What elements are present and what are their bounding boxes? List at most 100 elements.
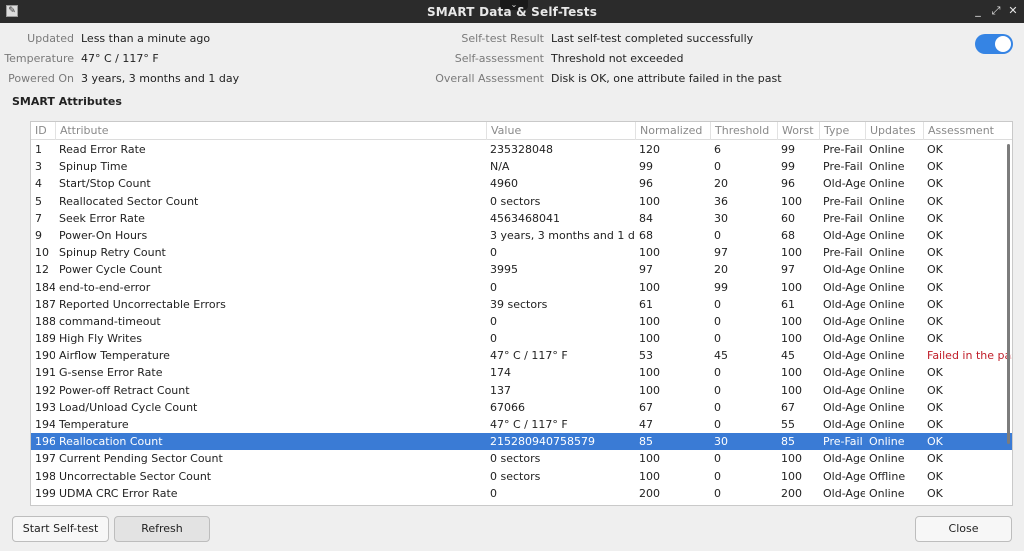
col-id-cell: 197: [35, 452, 55, 466]
col-type-cell: Old-Age: [823, 383, 865, 397]
col-value-cell: 0: [490, 314, 497, 328]
col-normalized-cell: 200: [639, 486, 660, 500]
col-id-cell: 194: [35, 418, 55, 431]
col-assessment-cell: OK: [927, 280, 943, 294]
table-row[interactable]: 9 Power-On Hours 3 years, 3 months and 1 d…: [31, 227, 1012, 244]
info-temperature: Temperature: [0, 51, 80, 67]
col-assessment-cell: OK: [927, 160, 943, 174]
header-col-assessment[interactable]: Assessment: [923, 122, 1012, 140]
col-id-cell: 4: [35, 177, 42, 191]
col-normalized-cell: 47: [639, 418, 653, 431]
table-row[interactable]: 196 Reallocation Count 215280940758579 85 30…: [31, 433, 1012, 451]
window-title: SMART Data & Self-Tests: [426, 5, 598, 19]
table-row[interactable]: 191 G-sense Error Rate 174 100 0 100 Old-Age On…: [31, 364, 1012, 381]
col-worst-cell: 85: [781, 435, 795, 449]
col-updates-cell: Online: [869, 211, 905, 225]
col-attribute-cell: Temperature: [59, 418, 129, 431]
col-id-cell: 1: [35, 143, 42, 156]
col-assessment-cell: OK: [927, 452, 943, 466]
col-normalized-cell: 100: [639, 314, 660, 328]
col-updates-cell: Online: [869, 486, 905, 500]
col-attribute-cell: Seek Error Rate: [59, 211, 145, 225]
header-col-value[interactable]: Value: [486, 122, 635, 140]
smart-enable-toggle[interactable]: [975, 34, 1013, 54]
table-row[interactable]: 184 end-to-end-error 0 100 99 100 Old-Age Onlin…: [31, 279, 1012, 296]
table-row[interactable]: 194 Temperature 47° C / 117° F 47 0 55 Old-Age…: [31, 416, 1012, 433]
col-type-cell: Old-Age: [823, 366, 865, 380]
col-threshold-cell: 0: [714, 297, 721, 311]
col-assessment-cell: OK: [927, 314, 943, 328]
table-row[interactable]: 3 Spinup Time N/A 99 0 99 Pre-Fail Online OK: [31, 158, 1012, 175]
table-row[interactable]: 7 Seek Error Rate 4563468041 84 30 60 Pre-Fail…: [31, 210, 1012, 227]
col-normalized-cell: 61: [639, 297, 653, 311]
col-type-cell: Old-Age: [823, 263, 865, 277]
table-scrollbar[interactable]: [1007, 144, 1010, 444]
col-threshold-cell: 0: [714, 366, 721, 380]
col-attribute-cell: Spinup Retry Count: [59, 246, 166, 260]
col-updates-cell: Online: [869, 400, 905, 414]
col-value-cell: 0: [490, 280, 497, 294]
col-threshold-cell: 0: [714, 452, 721, 466]
smart-attributes-table: ID Attribute Value Normalized Threshold Worst…: [30, 121, 1013, 506]
col-attribute-cell: Spinup Time: [59, 160, 128, 174]
col-attribute-cell: command-timeout: [59, 314, 161, 328]
col-worst-cell: 100: [781, 452, 802, 466]
table-row[interactable]: 4 Start/Stop Count 4960 96 20 96 Old-Age Online…: [31, 175, 1012, 192]
col-value-cell: 0: [490, 486, 497, 500]
col-normalized-cell: 67: [639, 400, 653, 414]
col-id-cell: 9: [35, 228, 42, 242]
col-updates-cell: Online: [869, 246, 905, 260]
table-row[interactable]: 197 Current Pending Sector Count 0 sectors…: [31, 450, 1012, 467]
table-row[interactable]: 188 command-timeout 0 100 0 100 Old-Age Online O…: [31, 313, 1012, 330]
header-col-updates[interactable]: Updates: [865, 122, 923, 140]
col-value-cell: 3995: [490, 263, 518, 277]
table-row[interactable]: 187 Reported Uncorrectable Errors 39 secto…: [31, 296, 1012, 313]
table-row[interactable]: 12 Power Cycle Count 3995 97 20 97 Old-Age Onli…: [31, 261, 1012, 278]
col-threshold-cell: 20: [714, 177, 728, 191]
info-value: 47° C / 117° F: [81, 52, 159, 65]
col-threshold-cell: 36: [714, 194, 728, 208]
table-row[interactable]: 192 Power-off Retract Count 137 100 0 100 Old-…: [31, 382, 1012, 399]
table-row[interactable]: 198 Uncorrectable Sector Count 0 sectors 10…: [31, 468, 1012, 485]
col-updates-cell: Online: [869, 194, 905, 208]
close-button[interactable]: Close: [915, 516, 1012, 542]
start-self-test-button[interactable]: Start Self-test: [12, 516, 109, 542]
info-self-test-result: Self-test Result: [400, 31, 550, 47]
col-updates-cell: Online: [869, 418, 905, 431]
col-normalized-cell: 100: [639, 246, 660, 260]
col-threshold-cell: 20: [714, 263, 728, 277]
toggle-knob: [995, 36, 1011, 52]
header-col-normalized[interactable]: Normalized: [635, 122, 710, 140]
col-id-cell: 193: [35, 400, 55, 414]
info-self-assessment: Self-assessment: [400, 51, 550, 67]
table-row[interactable]: 189 High Fly Writes 0 100 0 100 Old-Age Online O…: [31, 330, 1012, 347]
table-row[interactable]: 1 Read Error Rate 235328048 120 6 99 Pre-Fail O…: [31, 141, 1012, 158]
col-assessment-cell: OK: [927, 418, 943, 431]
header-col-type[interactable]: Type: [819, 122, 865, 140]
col-threshold-cell: 99: [714, 280, 728, 294]
info-label: Temperature: [4, 52, 74, 65]
col-normalized-cell: 99: [639, 160, 653, 174]
col-worst-cell: 45: [781, 349, 795, 363]
refresh-button[interactable]: Refresh: [114, 516, 210, 542]
col-attribute-cell: Reallocation Count: [59, 435, 163, 449]
header-col-threshold[interactable]: Threshold: [710, 122, 777, 140]
table-row[interactable]: 10 Spinup Retry Count 0 100 97 100 Pre-Fail Onl…: [31, 244, 1012, 261]
maximize-button[interactable]: ⤢: [989, 4, 1003, 18]
col-type-cell: Old-Age: [823, 486, 865, 500]
header-col-worst[interactable]: Worst: [777, 122, 819, 140]
minimize-button[interactable]: _: [971, 4, 985, 18]
table-row[interactable]: 5 Reallocated Sector Count 0 sectors 100 36 1…: [31, 193, 1012, 210]
header-col-id[interactable]: ID: [31, 122, 55, 140]
header-col-attribute[interactable]: Attribute: [55, 122, 486, 140]
col-type-cell: Old-Age: [823, 452, 865, 466]
table-row[interactable]: 199 UDMA CRC Error Rate 0 200 0 200 Old-Age Onl…: [31, 485, 1012, 502]
info-label: Self-assessment: [454, 52, 544, 65]
close-window-button[interactable]: ✕: [1006, 4, 1020, 18]
info-value: Disk is OK, one attribute failed in the …: [551, 72, 782, 85]
table-row[interactable]: 190 Airflow Temperature 47° C / 117° F 53 45…: [31, 347, 1012, 364]
col-type-cell: Old-Age: [823, 469, 865, 483]
col-attribute-cell: High Fly Writes: [59, 332, 142, 346]
table-row[interactable]: 193 Load/Unload Cycle Count 67066 67 0 67 Old-…: [31, 399, 1012, 416]
col-id-cell: 5: [35, 194, 42, 208]
